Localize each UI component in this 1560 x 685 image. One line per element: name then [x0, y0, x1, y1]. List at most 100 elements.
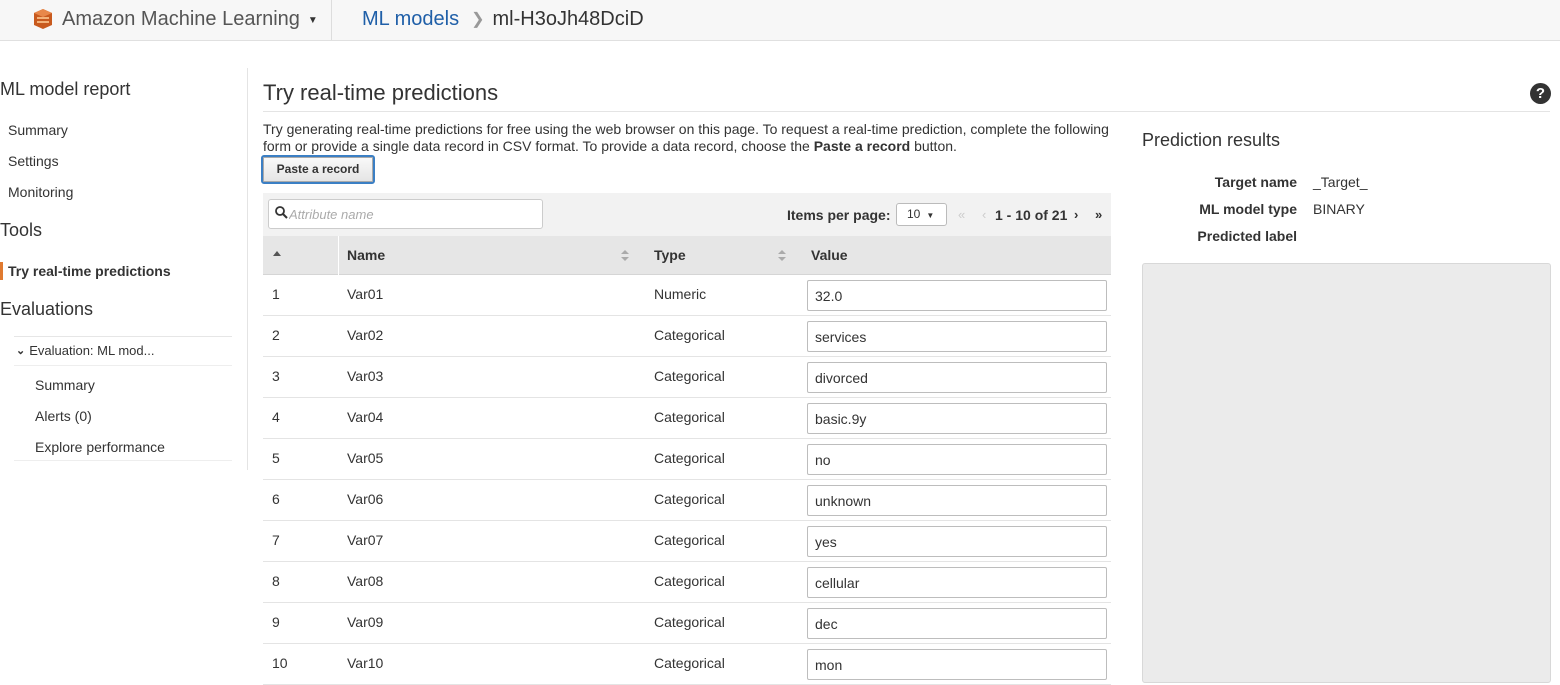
column-divider	[338, 236, 339, 275]
attribute-name: Var07	[347, 532, 384, 548]
evaluation-item-alerts[interactable]: Alerts (0)	[35, 408, 92, 424]
row-number: 5	[272, 450, 280, 466]
sidebar-item-monitoring[interactable]: Monitoring	[8, 184, 73, 200]
row-number: 9	[272, 614, 280, 630]
page-title: Try real-time predictions	[263, 80, 499, 105]
caret-down-icon: ▼	[307, 15, 318, 26]
previous-page-icon[interactable]: ‹	[982, 207, 986, 222]
sidebar-heading-evaluations: Evaluations	[0, 299, 94, 319]
predicted-label-label: Predicted label	[1197, 228, 1297, 244]
sort-ascending-icon[interactable]	[273, 251, 281, 256]
table-row: 7 Var07 Categorical	[263, 521, 1111, 562]
evaluation-name: Evaluation: ML mod...	[29, 343, 155, 358]
breadcrumb-ml-models-link[interactable]: ML models	[362, 8, 459, 31]
attribute-name: Var08	[347, 573, 384, 589]
row-number: 4	[272, 409, 280, 425]
chevron-right-icon: ❯	[471, 11, 485, 28]
table-row: 6 Var06 Categorical	[263, 480, 1111, 521]
row-number: 2	[272, 327, 280, 343]
model-type-label: ML model type	[1199, 201, 1297, 217]
table-row: 2 Var02 Categorical	[263, 316, 1111, 357]
table-row: 5 Var05 Categorical	[263, 439, 1111, 480]
header-divider	[331, 0, 332, 40]
row-number: 1	[272, 286, 280, 302]
help-icon[interactable]: ?	[1530, 83, 1551, 104]
attribute-name: Var03	[347, 368, 384, 384]
attribute-value-input[interactable]	[807, 608, 1107, 639]
table-toolbar: Items per page: 10▼ « ‹ 1 - 10 of 21 › »	[263, 193, 1111, 236]
sidebar-item-summary[interactable]: Summary	[8, 122, 68, 138]
page-description: Try generating real-time predictions for…	[263, 121, 1113, 155]
attribute-value-input[interactable]	[807, 649, 1107, 680]
table-header: Name Type Value	[263, 236, 1111, 275]
evaluation-toggle[interactable]: ⌄ Evaluation: ML mod...	[16, 343, 154, 358]
table-row: 10 Var10 Categorical	[263, 644, 1111, 685]
sidebar-heading-report: ML model report	[0, 79, 131, 99]
table-row: 3 Var03 Categorical	[263, 357, 1111, 398]
attribute-type: Categorical	[654, 409, 725, 425]
attribute-value-input[interactable]	[807, 567, 1107, 598]
prediction-results-panel	[1142, 263, 1551, 683]
breadcrumb-current: ml-H3oJh48DciD	[492, 7, 644, 30]
attribute-type: Categorical	[654, 450, 725, 466]
caret-down-icon: ▼	[926, 211, 935, 220]
paste-record-button[interactable]: Paste a record	[261, 155, 375, 184]
attribute-value-input[interactable]	[807, 485, 1107, 516]
attribute-table-body: 1 Var01 Numeric 2 Var02 Categorical 3 Var03 Cate…	[263, 275, 1111, 685]
row-number: 10	[272, 655, 288, 671]
next-page-icon[interactable]: ›	[1074, 207, 1078, 222]
title-divider	[263, 111, 1550, 112]
attribute-value-input[interactable]	[807, 321, 1107, 352]
attribute-name: Var06	[347, 491, 384, 507]
attribute-type: Categorical	[654, 327, 725, 343]
attribute-search-input[interactable]	[289, 204, 539, 224]
divider	[14, 365, 232, 366]
description-text: Try generating real-time predictions for…	[263, 121, 1109, 154]
attribute-type: Categorical	[654, 491, 725, 507]
target-name-value: _Target_	[1313, 174, 1368, 190]
sidebar-item-try-real-time-predictions[interactable]: Try real-time predictions	[0, 262, 240, 280]
table-row: 8 Var08 Categorical	[263, 562, 1111, 603]
attribute-value-input[interactable]	[807, 362, 1107, 393]
model-type-value: BINARY	[1313, 201, 1365, 217]
attribute-name: Var09	[347, 614, 384, 630]
attribute-value-input[interactable]	[807, 526, 1107, 557]
table-row: 1 Var01 Numeric	[263, 275, 1111, 316]
row-number: 3	[272, 368, 280, 384]
sidebar-divider	[247, 68, 248, 470]
items-per-page-value: 10	[907, 207, 921, 221]
aws-ml-logo-icon	[34, 9, 52, 29]
top-navigation-bar: Amazon Machine Learning ▼ ML models ❯ ml…	[0, 0, 1560, 41]
sidebar-heading-tools: Tools	[0, 220, 43, 240]
attribute-type: Numeric	[654, 286, 707, 302]
attribute-type: Categorical	[654, 655, 725, 671]
sort-icon[interactable]	[621, 250, 629, 262]
attribute-type: Categorical	[654, 573, 725, 589]
attribute-name: Var01	[347, 286, 384, 302]
attribute-type: Categorical	[654, 614, 725, 630]
service-menu[interactable]: Amazon Machine Learning ▼	[32, 6, 318, 32]
first-page-icon[interactable]: «	[958, 207, 965, 222]
description-bold-text: Paste a record	[813, 138, 911, 154]
attribute-name: Var05	[347, 450, 384, 466]
target-name-label: Target name	[1214, 174, 1297, 190]
attribute-value-input[interactable]	[807, 403, 1107, 434]
row-number: 6	[272, 491, 280, 507]
column-header-name[interactable]: Name	[347, 247, 385, 263]
evaluation-item-explore-performance[interactable]: Explore performance	[35, 439, 165, 455]
items-per-page-select[interactable]: 10 ▼	[896, 203, 947, 226]
chevron-down-icon: ⌄	[16, 345, 26, 357]
evaluation-item-summary[interactable]: Summary	[35, 377, 95, 393]
attribute-value-input[interactable]	[807, 444, 1107, 475]
table-row: 4 Var04 Categorical	[263, 398, 1111, 439]
search-icon	[275, 206, 288, 219]
sidebar-item-settings[interactable]: Settings	[8, 153, 59, 169]
attribute-search[interactable]	[268, 199, 543, 229]
pagination-range: 1 - 10 of 21	[995, 207, 1068, 223]
evaluation-group: ⌄ Evaluation: ML mod... Summary Alerts (…	[14, 336, 232, 461]
column-header-value: Value	[811, 247, 848, 263]
description-text-end: button.	[910, 138, 957, 154]
attribute-value-input[interactable]	[807, 280, 1107, 311]
sort-icon[interactable]	[778, 250, 786, 262]
column-header-type[interactable]: Type	[654, 247, 686, 263]
